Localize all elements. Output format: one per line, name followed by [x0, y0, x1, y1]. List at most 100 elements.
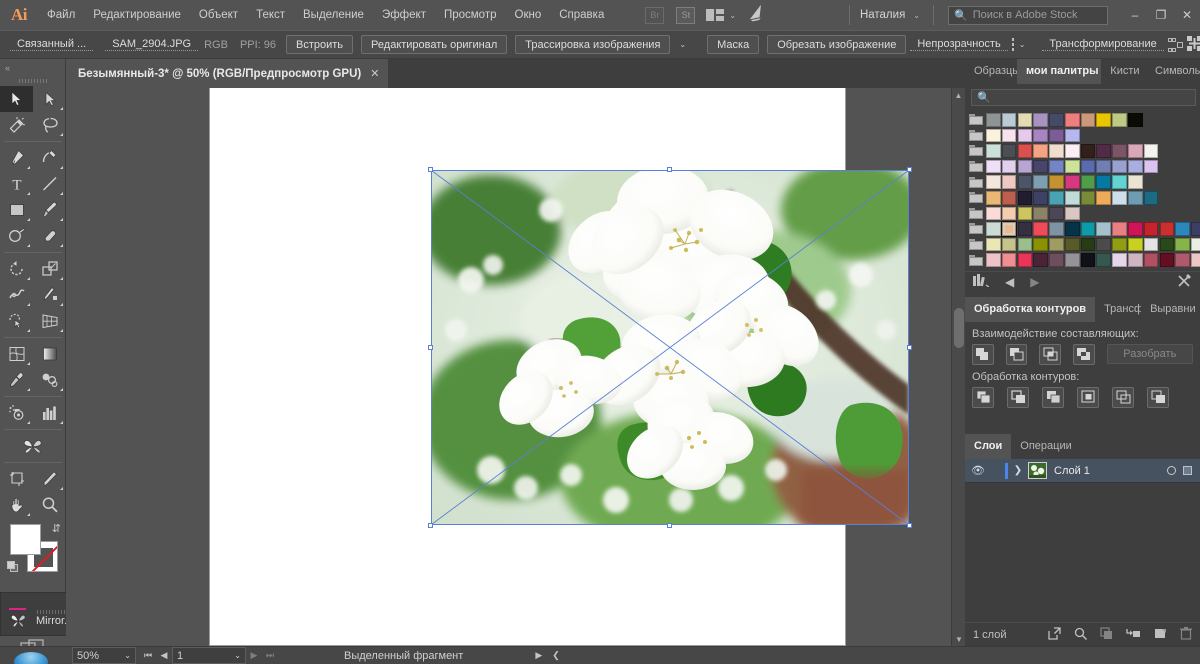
handle-bottom-center[interactable] [667, 523, 672, 528]
outline-icon[interactable] [1112, 386, 1134, 408]
shaper-tool[interactable] [0, 223, 33, 249]
line-segment-tool[interactable] [33, 171, 66, 197]
color-swatch[interactable] [1033, 237, 1048, 252]
color-swatch[interactable] [1064, 253, 1080, 267]
color-swatch[interactable] [1143, 253, 1159, 267]
color-swatch[interactable] [1080, 159, 1096, 174]
color-swatch[interactable] [1049, 222, 1064, 236]
color-swatch[interactable] [1143, 237, 1159, 252]
color-swatch[interactable] [1080, 175, 1096, 189]
color-swatch[interactable] [986, 128, 1001, 143]
layer-row[interactable]: 👁 ❯ Слой 1 [965, 459, 1200, 483]
swatch-folder-icon[interactable] [969, 207, 983, 219]
swatch-folder-icon[interactable] [969, 254, 983, 266]
handle-top-center[interactable] [667, 167, 672, 172]
eyedropper-tool[interactable] [0, 367, 33, 393]
image-trace-chevron-down-icon[interactable]: ⌄ [674, 40, 691, 49]
color-swatch[interactable] [1064, 113, 1080, 127]
zoom-tool[interactable] [33, 492, 66, 518]
swatch-folder-icon[interactable] [969, 192, 983, 204]
color-swatch[interactable] [1175, 222, 1190, 236]
restore-button[interactable]: ❐ [1148, 0, 1174, 30]
unite-icon[interactable] [972, 343, 994, 365]
minus-back-icon[interactable] [1147, 386, 1169, 408]
color-swatch[interactable] [1001, 159, 1017, 174]
color-swatch[interactable] [1033, 113, 1048, 127]
color-swatch[interactable] [1128, 144, 1143, 158]
mask-button[interactable]: Маска [707, 35, 760, 54]
image-trace-button[interactable]: Трассировка изображения [515, 35, 671, 54]
color-swatch[interactable] [1001, 190, 1017, 205]
arrange-documents-icon[interactable] [705, 8, 725, 22]
opacity-chevron-down-icon[interactable]: ⌄ [1014, 40, 1031, 49]
color-swatch[interactable] [1001, 144, 1017, 158]
color-swatch[interactable] [1033, 175, 1048, 189]
next-artboard-icon[interactable]: ▶ [246, 650, 262, 661]
color-swatch[interactable] [1017, 175, 1033, 189]
color-swatch[interactable] [1064, 190, 1080, 205]
color-swatch[interactable] [1096, 175, 1112, 189]
color-swatch[interactable] [1112, 113, 1127, 127]
color-swatch[interactable] [1112, 144, 1127, 158]
placed-image-object[interactable] [428, 167, 912, 528]
delete-selection-icon[interactable] [1180, 626, 1192, 643]
color-swatch[interactable] [1017, 144, 1033, 158]
curvature-tool[interactable] [33, 145, 66, 171]
tab-my-palettes[interactable]: мои палитры [1017, 59, 1102, 84]
menu-view[interactable]: Просмотр [435, 0, 506, 30]
color-swatch[interactable] [1064, 159, 1080, 174]
divide-icon[interactable] [972, 386, 994, 408]
trim-icon[interactable] [1007, 386, 1029, 408]
color-swatch[interactable] [1128, 175, 1143, 189]
color-swatch[interactable] [1033, 144, 1048, 158]
color-swatch[interactable] [1112, 175, 1127, 189]
color-swatch[interactable] [1049, 159, 1064, 174]
hand-tool[interactable] [0, 492, 33, 518]
canvas-area[interactable]: ▲ ▼ [66, 88, 965, 646]
opacity-label[interactable]: Непрозрачность [910, 38, 1008, 51]
color-swatch[interactable] [1064, 175, 1080, 189]
color-swatch[interactable] [1096, 159, 1112, 174]
color-swatch[interactable] [1159, 253, 1175, 267]
first-artboard-icon[interactable]: ⏮ [140, 650, 156, 661]
minus-front-icon[interactable] [1005, 343, 1028, 365]
menu-object[interactable]: Объект [190, 0, 247, 30]
color-swatch[interactable] [1143, 222, 1159, 236]
slice-tool[interactable] [33, 466, 66, 492]
edit-original-button[interactable]: Редактировать оригинал [361, 35, 508, 54]
color-swatch[interactable] [1049, 237, 1064, 252]
color-swatch[interactable] [1064, 144, 1080, 158]
align-icon[interactable] [1180, 35, 1200, 54]
color-swatch[interactable] [1001, 128, 1017, 143]
swap-fill-stroke-icon[interactable]: ⇵ [52, 522, 61, 535]
artboard-number-select[interactable]: 1 ⌄ [172, 647, 246, 664]
color-swatch[interactable] [1049, 190, 1064, 205]
selection-square-icon[interactable] [1183, 466, 1192, 475]
blend-tool[interactable] [33, 367, 66, 393]
color-swatch[interactable] [1191, 222, 1200, 236]
color-swatch[interactable] [1017, 128, 1033, 143]
color-swatch[interactable] [1017, 113, 1033, 127]
color-swatch[interactable] [1143, 144, 1159, 158]
color-swatch[interactable] [1049, 206, 1064, 221]
color-swatch[interactable] [1064, 222, 1080, 236]
color-swatch[interactable] [1143, 190, 1159, 205]
scale-tool[interactable] [33, 256, 66, 282]
color-swatch[interactable] [1080, 190, 1096, 205]
color-swatch[interactable] [1128, 159, 1143, 174]
color-swatch[interactable] [1191, 253, 1200, 267]
color-swatch[interactable] [1159, 237, 1175, 252]
color-swatch[interactable] [1000, 221, 1018, 237]
toolbar-collapse-button[interactable]: « [0, 59, 65, 76]
color-swatch[interactable] [1112, 190, 1127, 205]
menu-type[interactable]: Текст [247, 0, 294, 30]
minimize-button[interactable]: – [1122, 0, 1148, 30]
swatch-folder-icon[interactable] [969, 223, 983, 235]
menu-edit[interactable]: Редактирование [84, 0, 190, 30]
tab-swatches[interactable]: Образцы [965, 59, 1017, 84]
free-transform-tool[interactable] [33, 282, 66, 308]
stock-search-input[interactable]: 🔍 Поиск в Adobe Stock [948, 5, 1108, 25]
color-swatch[interactable] [986, 175, 1001, 189]
color-swatch[interactable] [1128, 237, 1143, 252]
color-swatch[interactable] [1001, 253, 1017, 267]
